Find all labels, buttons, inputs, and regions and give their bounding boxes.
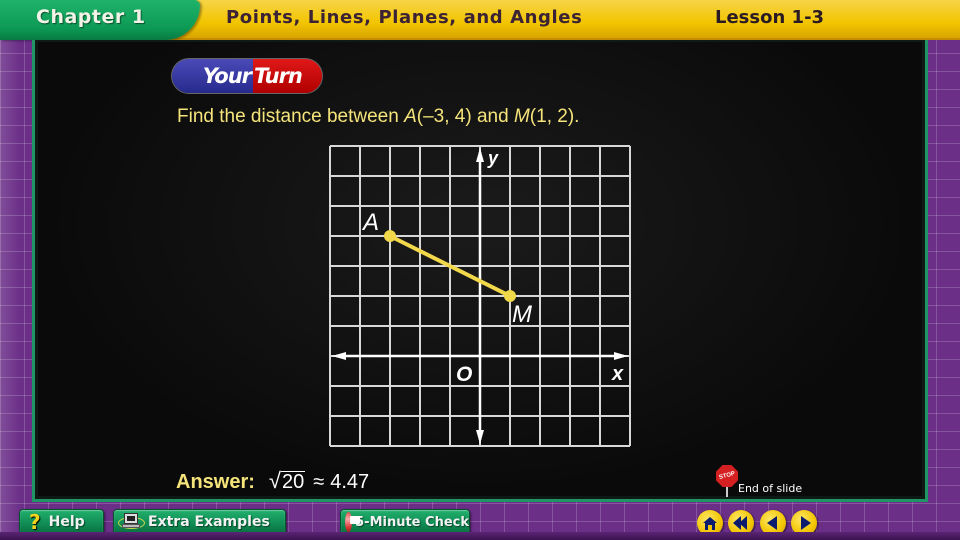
left-shade (0, 0, 20, 540)
x-axis-arrow-left (332, 352, 346, 360)
previous-icon (766, 516, 777, 530)
point-label-a: A (361, 209, 379, 236)
x-axis-arrow-right (614, 352, 628, 360)
y-axis-label: y (487, 148, 499, 168)
point-a-name: A (404, 106, 417, 127)
stop-sign-text: STOP (718, 471, 736, 481)
y-axis-arrow-down (476, 430, 484, 444)
coordinate-graph: y x O A M (329, 145, 631, 447)
stop-sign-pole (726, 487, 728, 497)
lesson-title: Points, Lines, Planes, and Angles (226, 7, 583, 28)
your-turn-text-2: Turn (254, 64, 303, 88)
end-of-slide-button[interactable]: STOP End of slide (714, 463, 824, 499)
radicand: 20 (280, 471, 306, 493)
answer-value: √ 20 ≈4.47 (269, 468, 369, 494)
your-turn-left: Your (172, 59, 253, 93)
point-a-coords: (–3, 4) (416, 106, 472, 127)
bottom-strip (0, 532, 960, 540)
point-label-m: M (512, 301, 532, 328)
approx-symbol: ≈ (313, 471, 325, 493)
computer-icon (118, 512, 146, 532)
problem-statement: Find the distance between A(–3, 4) and M… (177, 106, 579, 128)
timer-icon (345, 512, 361, 532)
question-mark-icon: ? (29, 510, 41, 534)
chapter-label: Chapter 1 (36, 6, 146, 28)
problem-connector: and (471, 106, 514, 127)
end-of-slide-label: End of slide (738, 482, 803, 495)
rewind-icon (733, 516, 747, 530)
answer-decimal: 4.47 (330, 471, 370, 493)
answer: Answer: √ 20 ≈4.47 (176, 468, 369, 494)
home-icon (703, 516, 717, 530)
help-label: Help (48, 514, 85, 530)
point-m-name: M (513, 106, 530, 127)
stop-sign-icon: STOP (716, 465, 738, 487)
problem-prefix: Find the distance between (177, 106, 405, 127)
chapter-tab: Chapter 1 (0, 0, 200, 40)
problem-suffix: . (574, 106, 580, 127)
y-axis-arrow-up (476, 148, 484, 162)
your-turn-badge: Your Turn (172, 59, 322, 93)
header-bar: Chapter 1 Points, Lines, Planes, and Ang… (0, 0, 960, 40)
lesson-number: Lesson 1-3 (715, 7, 825, 28)
your-turn-text-1: Your (202, 64, 252, 88)
x-axis-label: x (611, 363, 624, 385)
point-m-coords: (1, 2) (529, 106, 575, 127)
answer-label: Answer: (176, 471, 255, 493)
your-turn-right: Turn (253, 59, 322, 93)
radical-sign: √ (268, 468, 281, 493)
point-a (384, 230, 396, 242)
next-icon (800, 516, 811, 530)
extra-examples-label: Extra Examples (148, 514, 270, 530)
origin-label: O (456, 363, 472, 386)
five-minute-check-label: 5-Minute Check (355, 514, 469, 530)
